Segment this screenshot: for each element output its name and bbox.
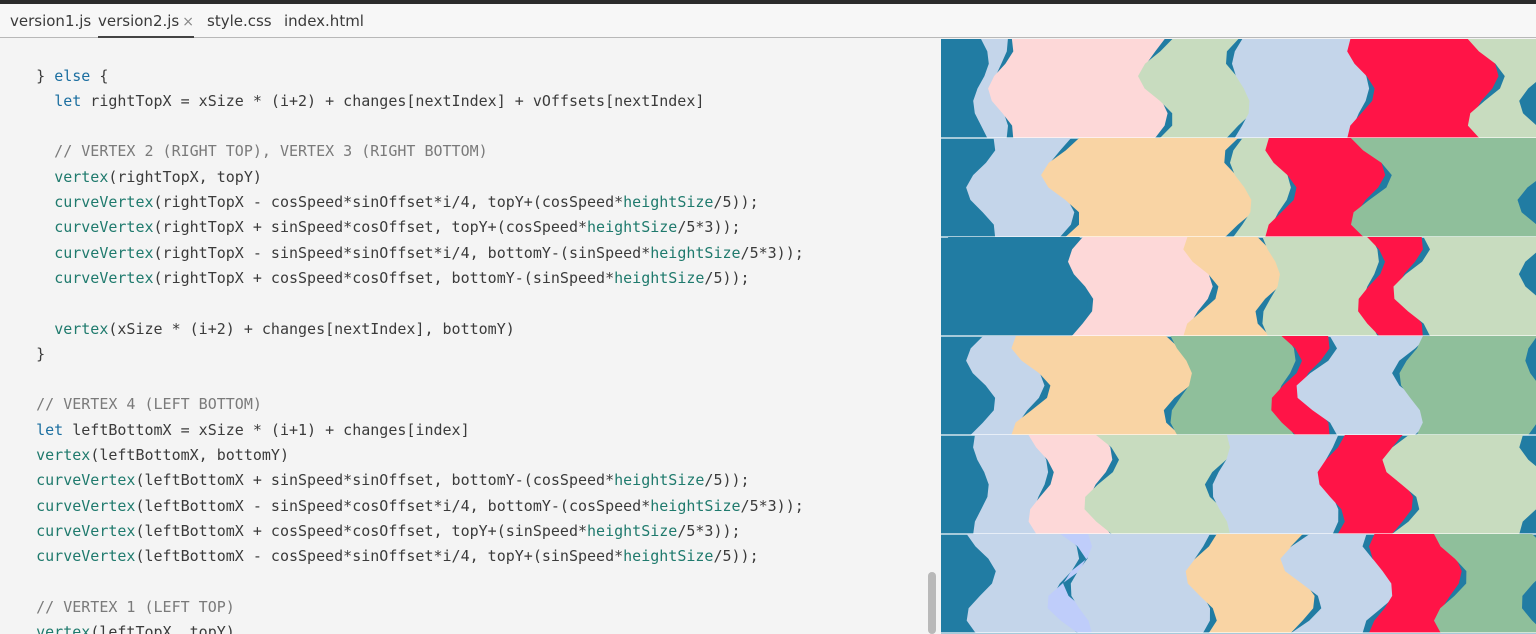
code-line: curveVertex(rightTopX + sinSpeed*cosOffs… bbox=[54, 218, 741, 237]
tab-label: version2.js bbox=[98, 12, 180, 30]
tab-version1-js[interactable]: version1.js bbox=[10, 4, 91, 38]
code-line: curveVertex(leftBottomX + cosSpeed*cosOf… bbox=[36, 521, 741, 540]
sketch-canvas bbox=[941, 39, 1536, 634]
code-line: // VERTEX 4 (LEFT BOTTOM) bbox=[0, 395, 262, 414]
art-band bbox=[1170, 336, 1296, 435]
tab-version2-js[interactable]: version2.js × bbox=[98, 4, 194, 38]
close-icon[interactable]: × bbox=[182, 14, 194, 30]
code-line: curveVertex(rightTopX - cosSpeed*sinOffs… bbox=[54, 193, 759, 212]
code-editor[interactable]: rect(rightX, topY, lastWidth) } else { l… bbox=[0, 39, 923, 634]
tab-label: index.html bbox=[284, 12, 364, 30]
code-line: } bbox=[0, 344, 46, 363]
tab-style-css[interactable]: style.css bbox=[207, 4, 272, 38]
editor-scrollbar-thumb[interactable] bbox=[928, 572, 936, 634]
code-line: let leftBottomX = xSize * (i+1) + change… bbox=[36, 420, 470, 439]
code-line: curveVertex(rightTopX + cosSpeed*cosOffs… bbox=[54, 268, 750, 287]
code-line: vertex(leftBottomX, bottomY) bbox=[36, 446, 289, 465]
code-line: vertex(rightTopX, topY) bbox=[54, 167, 262, 186]
code-lines: rect(rightX, topY, lastWidth) } else { l… bbox=[0, 39, 923, 634]
code-line: vertex(leftTopX, topY) bbox=[36, 623, 235, 634]
code-line: // VERTEX 2 (RIGHT TOP), VERTEX 3 (RIGHT… bbox=[0, 142, 488, 161]
editor-tab-bar: version1.js version2.js × style.css index… bbox=[0, 4, 1536, 38]
editor-scrollbar-track[interactable] bbox=[923, 39, 939, 634]
code-line: curveVertex(leftBottomX - sinSpeed*cosOf… bbox=[36, 496, 804, 515]
art-band bbox=[988, 39, 1168, 138]
code-line: curveVertex(rightTopX - sinSpeed*sinOffs… bbox=[54, 243, 804, 262]
code-line: curveVertex(leftBottomX - cosSpeed*sinOf… bbox=[36, 547, 759, 566]
art-band bbox=[1212, 435, 1339, 534]
art-band bbox=[941, 237, 1089, 336]
code-line: curveVertex(leftBottomX + sinSpeed*sinOf… bbox=[36, 471, 750, 490]
tab-label: version1.js bbox=[10, 12, 92, 30]
code-line: // VERTEX 1 (LEFT TOP) bbox=[0, 597, 235, 616]
art-band bbox=[1232, 39, 1370, 138]
tab-index-html[interactable]: index.html bbox=[284, 4, 364, 38]
tab-label: style.css bbox=[207, 12, 272, 30]
generative-art bbox=[941, 39, 1536, 634]
code-line: } else { bbox=[0, 66, 109, 85]
code-line: let rightTopX = xSize * (i+2) + changes[… bbox=[54, 91, 705, 110]
art-band bbox=[1262, 237, 1379, 336]
code-line: vertex(xSize * (i+2) + changes[nextIndex… bbox=[54, 319, 515, 338]
